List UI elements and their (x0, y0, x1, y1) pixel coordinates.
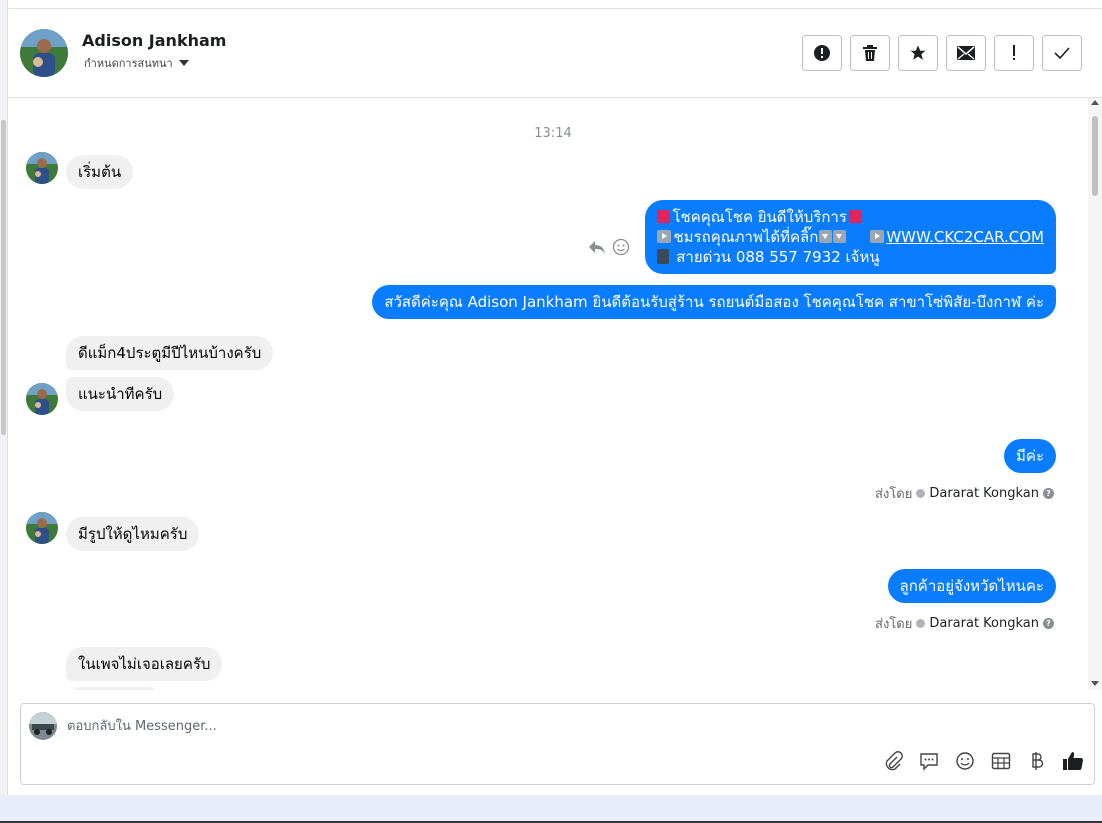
reply-input[interactable] (67, 714, 767, 738)
incoming-message-partial[interactable] (66, 687, 162, 690)
envelope-icon (957, 46, 975, 60)
header-actions (802, 35, 1082, 71)
seen-indicator-icon (916, 489, 926, 498)
play-emoji-icon (657, 230, 672, 243)
contact-avatar-small[interactable] (26, 383, 58, 415)
sender-name[interactable]: Dararat Kongkan (929, 616, 1039, 631)
smiley-icon (956, 752, 974, 770)
sent-by-info: ส่งโดย Dararat Kongkan ? (875, 483, 1054, 504)
chevron-down-icon (178, 60, 189, 66)
like-button[interactable] (1062, 750, 1084, 772)
left-scrollbar[interactable] (0, 0, 8, 823)
incoming-message[interactable]: มีรูปให้ดูไหมครับ (66, 517, 200, 551)
outgoing-message[interactable]: ลูกค้าอยู่จังหวัดไหนคะ (887, 569, 1056, 603)
scroll-down-arrow-icon[interactable] (1091, 681, 1099, 686)
reply-composer (20, 703, 1095, 785)
red-x-emoji-icon (657, 210, 671, 223)
contact-avatar-small[interactable] (26, 152, 58, 184)
contact-name[interactable]: Adison Jankham (82, 31, 226, 50)
thumbs-up-icon (1063, 752, 1084, 771)
checkmark-icon (1054, 47, 1070, 60)
help-icon[interactable]: ? (1043, 618, 1054, 629)
reply-icon[interactable] (588, 239, 606, 255)
play-emoji-icon (870, 230, 885, 243)
payment-button[interactable] (1026, 750, 1048, 772)
help-icon[interactable]: ? (1043, 488, 1054, 499)
delete-button[interactable] (850, 35, 890, 71)
report-button[interactable] (802, 35, 842, 71)
conversation-header: Adison Jankham กำหนดการสนทนา (8, 9, 1102, 98)
composer-tools (882, 750, 1084, 772)
scroll-up-arrow-icon[interactable] (1091, 100, 1099, 105)
paperclip-icon (885, 751, 903, 771)
sender-name[interactable]: Dararat Kongkan (929, 486, 1039, 501)
chat-bubble-icon (920, 753, 938, 771)
star-icon (910, 45, 926, 60)
red-x-emoji-icon (848, 210, 862, 223)
mark-done-button[interactable] (1042, 35, 1082, 71)
conversation-settings-label: กำหนดการสนทนา (84, 57, 173, 70)
mark-unread-button[interactable] (946, 35, 986, 71)
exclamation-icon (1013, 45, 1015, 60)
phone-emoji-icon (657, 249, 670, 264)
star-button[interactable] (898, 35, 938, 71)
attach-button[interactable] (882, 750, 904, 772)
seen-indicator-icon (916, 619, 926, 628)
message-timestamp: 13:14 (534, 126, 572, 141)
outgoing-message[interactable]: มีค่ะ (1004, 439, 1056, 473)
thread-scrollbar-thumb[interactable] (1092, 116, 1098, 196)
messenger-panel: Adison Jankham กำหนดการสนทนา 13:14 เริ่ม… (8, 9, 1102, 795)
window-footer (0, 795, 1102, 821)
outgoing-message-greeting[interactable]: สวัสดีค่ะคุณ Adison Jankham ยินดีต้อนรับ… (372, 285, 1056, 319)
outgoing-message-welcome[interactable]: โชคคุณโชค ยินดีให้บริการ ชมรถคุณภาพได้ที… (645, 200, 1056, 274)
contact-avatar[interactable] (20, 29, 68, 77)
conversation-settings-dropdown[interactable]: กำหนดการสนทนา (84, 54, 189, 72)
saved-replies-button[interactable] (918, 750, 940, 772)
appointment-button[interactable] (990, 750, 1012, 772)
alert-circle-icon (814, 45, 830, 61)
smiley-icon[interactable] (612, 238, 630, 256)
sent-by-info: ส่งโดย Dararat Kongkan ? (875, 613, 1054, 634)
website-link[interactable]: WWW.CKC2CAR.COM (886, 228, 1044, 246)
message-thread[interactable]: 13:14 เริ่มต้น โชคคุณโชค ยินดีให้บริการ … (8, 98, 1088, 690)
emoji-button[interactable] (954, 750, 976, 772)
incoming-message[interactable]: ในเพจไม่เจอเลยครับ (66, 647, 223, 681)
welcome-line-3: สายด่วน 088 557 7932 เจ้หนู (657, 247, 1044, 267)
incoming-message[interactable]: เริ่มต้น (66, 155, 134, 189)
baht-icon (1032, 752, 1044, 770)
page-avatar (29, 712, 57, 740)
message-tools (588, 238, 630, 256)
down-arrow-emoji-icon (819, 230, 833, 243)
incoming-message[interactable]: ดีแม็ก4ประตูมีปีไหนบ้างครับ (66, 336, 274, 370)
mark-spam-button[interactable] (994, 35, 1034, 71)
table-icon (991, 752, 1011, 770)
left-scrollbar-thumb[interactable] (1, 120, 6, 435)
thread-scrollbar[interactable] (1088, 98, 1102, 690)
welcome-line-1: โชคคุณโชค ยินดีให้บริการ (657, 207, 1044, 227)
contact-avatar-small[interactable] (26, 512, 58, 544)
down-arrow-emoji-icon (833, 230, 847, 243)
welcome-line-2: ชมรถคุณภาพได้ที่คลิ๊ก WWW.CKC2CAR.COM (657, 227, 1044, 247)
trash-icon (863, 45, 877, 61)
incoming-message[interactable]: แนะนำทีครับ (66, 377, 175, 411)
